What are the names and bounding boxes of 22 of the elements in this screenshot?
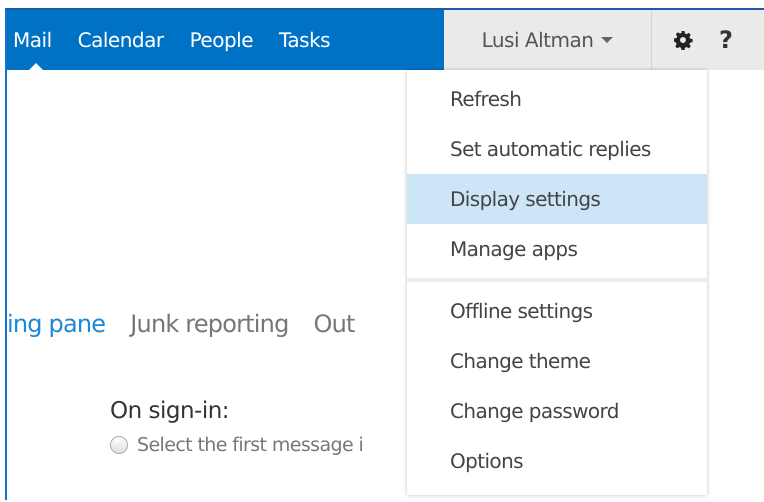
settings-tab[interactable]: Junk reporting	[130, 310, 289, 338]
option-label: Select the first message i	[137, 434, 364, 456]
nav-tab[interactable]: Tasks	[266, 10, 344, 70]
settings-tab[interactable]: Out	[314, 310, 355, 338]
menu-item[interactable]: Change password	[407, 386, 707, 436]
settings-tab[interactable]: ing pane	[7, 310, 106, 338]
settings-icon[interactable]	[673, 30, 693, 50]
nav-tab[interactable]: People	[176, 10, 266, 70]
menu-item[interactable]: Display settings	[407, 174, 707, 224]
user-menu-button[interactable]: Lusi Altman	[444, 10, 651, 70]
nav-tab[interactable]: Mail	[13, 10, 65, 70]
menu-item[interactable]: Offline settings	[407, 286, 707, 336]
menu-item[interactable]: Change theme	[407, 336, 707, 386]
radio-button[interactable]	[110, 436, 128, 454]
menu-item[interactable]: Refresh	[407, 74, 707, 124]
help-button[interactable]: ?	[719, 26, 733, 54]
section-heading: On sign-in:	[110, 398, 230, 424]
nav-tab[interactable]: Calendar	[64, 10, 177, 70]
menu-item[interactable]: Set automatic replies	[407, 124, 707, 174]
menu-item[interactable]: Manage apps	[407, 224, 707, 274]
menu-item[interactable]: Options	[407, 436, 707, 486]
pointer-icon	[29, 63, 43, 70]
